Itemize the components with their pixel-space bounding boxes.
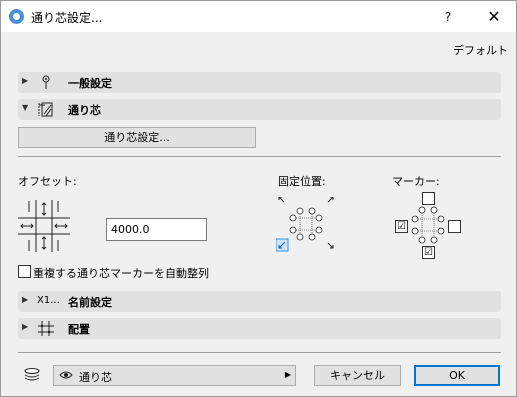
offset-input[interactable]: 4000.0: [106, 218, 207, 241]
expand-triangle-icon: ▶: [22, 295, 29, 304]
placement-grid-icon: [38, 321, 54, 336]
anchor-top-left-icon: [278, 197, 285, 203]
layer-select[interactable]: 通り芯 ▶: [53, 365, 296, 386]
section-naming[interactable]: ▶ X1... 名前設定: [18, 291, 501, 312]
title-bar: 通り芯設定... ? ✕: [1, 1, 516, 32]
naming-icon: X1...: [37, 295, 60, 306]
help-button[interactable]: ?: [433, 5, 463, 29]
marker-grid-diagram-icon: [411, 206, 445, 244]
dropdown-arrow-icon: ▶: [284, 370, 291, 379]
marker-right-checkbox[interactable]: [448, 220, 461, 233]
layer-value: 通り芯: [79, 371, 112, 384]
cancel-button[interactable]: キャンセル: [314, 365, 401, 386]
auto-arrange-label: 重複する通り芯マーカーを自動整列: [33, 267, 209, 280]
layers-icon: [24, 368, 40, 381]
collapse-triangle-icon: ▼: [22, 103, 29, 112]
section-grid[interactable]: ▼ 通り芯: [18, 99, 501, 120]
grid-axis-icon: [38, 102, 53, 117]
expand-triangle-icon: ▶: [22, 322, 29, 331]
grid-settings-dialog: 通り芯設定... ? ✕ デフォルト ▶ 一般設定 ▼ 通り芯 通り芯設定...…: [0, 0, 517, 397]
anchor-label: 固定位置:: [278, 175, 326, 188]
pin-icon: [42, 75, 50, 89]
offset-diagram-icon: [18, 200, 70, 252]
grid-settings-button[interactable]: 通り芯設定...: [18, 127, 256, 148]
expand-triangle-icon: ▶: [22, 76, 29, 85]
auto-arrange-checkbox[interactable]: [18, 265, 31, 278]
section-label: 配置: [68, 323, 90, 336]
ok-button[interactable]: OK: [414, 365, 500, 386]
eye-icon: [59, 371, 73, 379]
section-placement[interactable]: ▶ 配置: [18, 318, 501, 339]
divider: [18, 156, 501, 157]
markers-label: マーカー:: [392, 175, 440, 188]
marker-left-checkbox[interactable]: ☑: [395, 220, 408, 233]
section-label: 一般設定: [68, 77, 112, 90]
section-general[interactable]: ▶ 一般設定: [18, 72, 501, 93]
window-title: 通り芯設定...: [31, 11, 103, 25]
close-button[interactable]: ✕: [476, 5, 512, 29]
default-button[interactable]: デフォルト: [453, 42, 508, 58]
anchor-position-picker[interactable]: [276, 197, 336, 253]
marker-top-checkbox[interactable]: [422, 192, 435, 205]
offset-label: オフセット:: [18, 175, 77, 188]
section-label: 名前設定: [68, 296, 112, 309]
anchor-top-right-icon: [327, 197, 334, 203]
anchor-bottom-right-icon: [327, 242, 334, 249]
archicad-logo-icon: [9, 9, 24, 24]
divider: [18, 352, 501, 353]
section-label: 通り芯: [68, 104, 101, 117]
marker-bottom-checkbox[interactable]: ☑: [422, 246, 435, 259]
